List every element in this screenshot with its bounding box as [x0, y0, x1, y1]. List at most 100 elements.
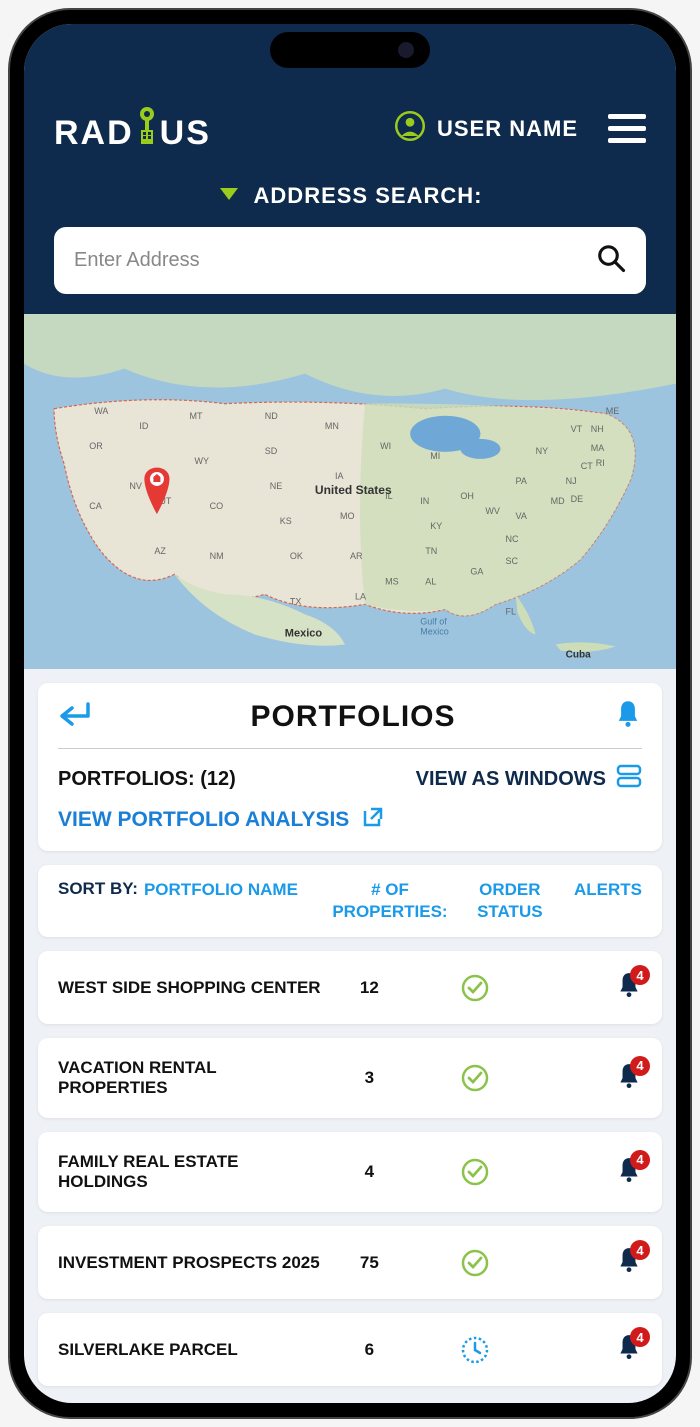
svg-text:AZ: AZ: [154, 546, 166, 556]
logo-pin-icon: [136, 106, 158, 146]
svg-text:AR: AR: [350, 551, 363, 561]
address-input[interactable]: [74, 249, 596, 272]
svg-text:KS: KS: [280, 516, 292, 526]
svg-text:AL: AL: [425, 576, 436, 586]
svg-text:WY: WY: [195, 456, 210, 466]
svg-text:ID: ID: [139, 421, 149, 431]
svg-text:MT: MT: [190, 411, 204, 421]
alert-bell-icon[interactable]: 4: [616, 1333, 642, 1366]
menu-icon[interactable]: [608, 114, 646, 143]
svg-text:VT: VT: [571, 424, 583, 434]
svg-text:Mexico: Mexico: [420, 626, 449, 636]
view-as-windows-button[interactable]: VIEW AS WINDOWS: [416, 763, 642, 795]
map-mexico-label: Mexico: [285, 627, 323, 639]
brand-logo: RAD US: [54, 104, 211, 153]
svg-text:PA: PA: [516, 476, 527, 486]
row-name: WEST SIDE SHOPPING CENTER: [58, 978, 322, 998]
alert-bell-icon[interactable]: 4: [616, 1246, 642, 1279]
map-view[interactable]: WAOR CANV IDMT WYUT AZCO NMND SDNE KSOK …: [24, 314, 676, 669]
svg-text:LA: LA: [355, 591, 366, 601]
sort-by-label: SORT BY:: [58, 879, 138, 899]
alert-badge: 4: [630, 1150, 650, 1170]
row-properties-count: 4: [330, 1162, 408, 1182]
chevron-down-icon[interactable]: [218, 185, 240, 208]
svg-text:DE: DE: [571, 494, 584, 504]
sort-col-status[interactable]: ORDER STATUS: [464, 879, 556, 923]
sort-col-name[interactable]: PORTFOLIO NAME: [144, 879, 316, 901]
svg-text:OH: OH: [460, 491, 474, 501]
svg-text:VA: VA: [516, 511, 527, 521]
alert-badge: 4: [630, 1327, 650, 1347]
svg-text:WA: WA: [94, 406, 108, 416]
svg-text:NH: NH: [591, 424, 604, 434]
alert-bell-icon[interactable]: 4: [616, 1156, 642, 1189]
row-properties-count: 6: [330, 1340, 408, 1360]
alert-bell-icon[interactable]: 4: [616, 1062, 642, 1095]
map-country-label: United States: [315, 483, 392, 497]
svg-text:MO: MO: [340, 511, 355, 521]
svg-text:GA: GA: [470, 566, 483, 576]
status-check-icon: [416, 973, 533, 1003]
row-name: FAMILY REAL ESTATE HOLDINGS: [58, 1152, 322, 1192]
portfolios-title: PORTFOLIOS: [251, 700, 456, 734]
svg-text:IN: IN: [420, 496, 429, 506]
svg-text:KY: KY: [430, 521, 442, 531]
svg-text:NJ: NJ: [566, 476, 577, 486]
portfolio-row[interactable]: INVESTMENT PROSPECTS 2025 75 4: [38, 1226, 662, 1299]
address-search-box[interactable]: [54, 227, 646, 294]
svg-text:SD: SD: [265, 446, 278, 456]
alert-badge: 4: [630, 1056, 650, 1076]
svg-text:WV: WV: [485, 506, 500, 516]
svg-text:NC: NC: [505, 534, 519, 544]
external-link-icon: [359, 805, 383, 835]
sort-col-alerts[interactable]: ALERTS: [562, 879, 642, 901]
svg-text:CO: CO: [210, 501, 224, 511]
svg-text:FL: FL: [505, 606, 516, 616]
svg-text:NE: NE: [270, 481, 283, 491]
alert-bell-icon[interactable]: 4: [616, 971, 642, 1004]
windows-icon: [616, 763, 642, 795]
svg-text:MS: MS: [385, 576, 399, 586]
status-clock-icon: [416, 1335, 533, 1365]
portfolio-row[interactable]: FAMILY REAL ESTATE HOLDINGS44: [38, 1132, 662, 1212]
view-analysis-button[interactable]: VIEW PORTFOLIO ANALYSIS: [58, 805, 642, 835]
svg-text:TX: TX: [290, 596, 302, 606]
svg-text:ME: ME: [606, 406, 620, 416]
svg-text:NY: NY: [536, 446, 549, 456]
user-icon[interactable]: [395, 111, 425, 146]
back-icon[interactable]: [58, 700, 92, 733]
user-name-label[interactable]: USER NAME: [437, 116, 578, 142]
row-name: INVESTMENT PROSPECTS 2025: [58, 1253, 322, 1273]
alert-badge: 4: [630, 1240, 650, 1260]
portfolios-count: PORTFOLIOS: (12): [58, 768, 236, 791]
svg-text:NV: NV: [129, 481, 142, 491]
map-cuba-label: Cuba: [566, 650, 591, 661]
svg-text:CA: CA: [89, 501, 102, 511]
row-name: VACATION RENTAL PROPERTIES: [58, 1058, 322, 1098]
svg-text:ND: ND: [265, 411, 279, 421]
search-icon[interactable]: [596, 243, 626, 278]
map-gulf-label: Gulf of: [420, 616, 447, 626]
portfolio-row[interactable]: WEST SIDE SHOPPING CENTER124: [38, 951, 662, 1024]
svg-text:RI: RI: [596, 458, 605, 468]
search-label: ADDRESS SEARCH:: [254, 183, 483, 209]
svg-text:MA: MA: [591, 443, 605, 453]
status-check-icon: [416, 1248, 533, 1278]
row-properties-count: 3: [330, 1068, 408, 1088]
row-name: SILVERLAKE PARCEL: [58, 1340, 322, 1360]
svg-text:NM: NM: [210, 551, 224, 561]
svg-text:OK: OK: [290, 551, 303, 561]
status-check-icon: [416, 1063, 533, 1093]
svg-text:SC: SC: [505, 556, 518, 566]
bell-icon[interactable]: [614, 699, 642, 734]
portfolio-row[interactable]: VACATION RENTAL PROPERTIES 3 4: [38, 1038, 662, 1118]
svg-text:OR: OR: [89, 441, 103, 451]
portfolio-row[interactable]: SILVERLAKE PARCEL 6 4: [38, 1313, 662, 1386]
svg-text:WI: WI: [380, 441, 391, 451]
sort-col-properties[interactable]: # OF PROPERTIES:: [322, 879, 457, 923]
svg-text:MD: MD: [551, 496, 566, 506]
svg-text:TN: TN: [425, 546, 437, 556]
row-properties-count: 75: [330, 1253, 408, 1273]
alert-badge: 4: [630, 965, 650, 985]
sort-header: SORT BY: PORTFOLIO NAME # OF PROPERTIES:…: [38, 865, 662, 937]
